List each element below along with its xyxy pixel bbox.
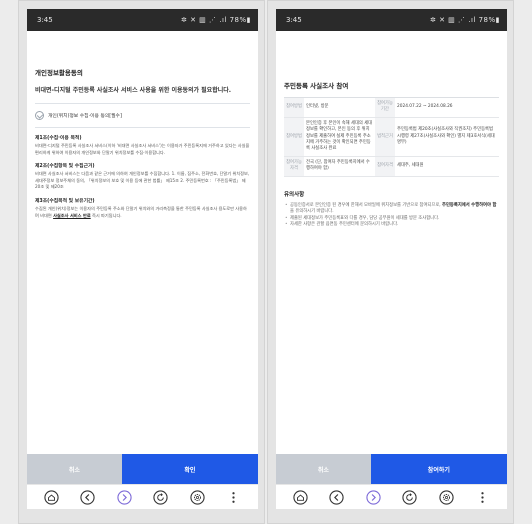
settings-icon[interactable] (439, 489, 454, 505)
back-icon[interactable] (329, 489, 344, 505)
table-header-cell: 참여가능자격 (284, 156, 304, 177)
terms-text: 제1조(수집·이용 목적) 비대면-디지털 주민등록 사실조사 서비스(이하 '… (35, 127, 250, 219)
forward-icon[interactable] (366, 489, 381, 505)
browser-nav-bar (27, 484, 258, 509)
info-table: 참여방법 인터넷, 방문 참여가능기간 2024.07.22 ~ 2024.08… (284, 97, 499, 177)
participation-content: 주민등록 사실조사 참여 참여방법 인터넷, 방문 참여가능기간 2024.07… (276, 80, 507, 229)
notice-title: 유의사항 (284, 191, 305, 198)
page-title: 주민등록 사실조사 참여 (284, 82, 349, 90)
settings-icon[interactable] (190, 489, 205, 505)
page-subtitle: 비대면-디지털 주민등록 사실조사 서비스 사용을 위한 이용동의가 필요합니다… (35, 87, 232, 94)
section-body: 비대면 사실조사 서비스는 다음과 같은 근거에 의하여 개인정보를 수집합니다… (35, 171, 250, 190)
table-cell: 2024.07.22 ~ 2024.08.26 (395, 97, 499, 118)
section-body-tail: 즉시 파기됩니다. (90, 212, 122, 218)
section-body-bold: 사실조사 서비스 만료 (53, 212, 91, 218)
refresh-icon[interactable] (153, 489, 168, 505)
agree-label: 개인(위치)정보 수집·이용 동의[필수] (48, 114, 122, 119)
status-bar: 3:45 ✲ ✕ ▥ ⋰ .ıl 78%▮ (27, 9, 258, 31)
join-button[interactable]: 참여하기 (370, 454, 507, 484)
section-body: 비대면-디지털 주민등록 사실조사 서비스(이하 '비대면 사실조사 서비스')… (35, 143, 250, 155)
status-icons: ✲ ✕ ▥ ⋰ .ıl 78%▮ (181, 16, 251, 24)
list-item: 공동인증서로 본인인증 된 경우에 한해서 모바일에 위치정보를 기반으로 참여… (284, 203, 499, 216)
notice-bold: 주민등록지에서 수행하여야 함 (442, 202, 497, 208)
forward-icon[interactable] (117, 489, 132, 505)
confirm-button[interactable]: 확인 (121, 454, 258, 484)
table-cell: 세대주, 세대원 (395, 156, 499, 177)
left-phone-frame: 3:45 ✲ ✕ ▥ ⋰ .ıl 78%▮ 개인정보활용동의 비대면-디지털 주… (18, 0, 265, 524)
table-header-cell: 참여방법 (284, 97, 304, 118)
list-item: 자세한 사항은 관할 읍면동 주민센터에 문의하시기 바랍니다. (284, 222, 499, 229)
table-row: 참여가능자격 전국 (단, 참여자 주민등록지에서 수행하여야 함) 참여자격 … (284, 156, 499, 177)
page-title: 개인정보활용동의 (35, 69, 83, 77)
home-icon[interactable] (44, 489, 59, 505)
notice-tail: 을 유의하시기 바랍니다. (290, 209, 334, 215)
agree-checkbox-row[interactable]: 개인(위치)정보 수집·이용 동의[필수] (35, 103, 250, 120)
back-icon[interactable] (80, 489, 95, 505)
table-header-cell: 법적근거 (375, 117, 395, 157)
status-time: 3:45 (37, 16, 53, 24)
check-circle-icon[interactable] (35, 111, 44, 120)
notice-text: 공동인증서로 본인인증 된 경우에 한해서 모바일에 위치정보를 기반으로 참여… (290, 202, 443, 208)
table-header-cell: 참여방법 (284, 117, 304, 157)
notice-list: 공동인증서로 본인인증 된 경우에 한해서 모바일에 위치정보를 기반으로 참여… (284, 203, 499, 229)
table-row: 참여방법 인터넷, 방문 참여가능기간 2024.07.22 ~ 2024.08… (284, 97, 499, 118)
button-bar: 취소 확인 (27, 454, 258, 484)
status-bar: 3:45 ✲ ✕ ▥ ⋰ .ıl 78%▮ (276, 9, 507, 31)
table-row: 참여방법 본인인증 후 본인이 속해 세대의 세대정보를 확인하고, 본인 동의… (284, 117, 499, 157)
status-time: 3:45 (286, 16, 302, 24)
section-title: 제3조(수집목적 및 보유기간) (35, 198, 95, 204)
notice-text: 제출된 세대정보가 주민등록표와 다를 경우, 담당 공무원이 세대를 방문 조… (290, 215, 440, 221)
cancel-button[interactable]: 취소 (27, 454, 122, 484)
table-cell: 전국 (단, 참여자 주민등록지에서 수행하여야 함) (304, 156, 375, 177)
consent-content: 개인정보활용동의 비대면-디지털 주민등록 사실조사 서비스 사용을 위한 이용… (27, 67, 258, 219)
table-cell: 인터넷, 방문 (304, 97, 375, 118)
cancel-button[interactable]: 취소 (276, 454, 371, 484)
button-bar: 취소 참여하기 (276, 454, 507, 484)
home-icon[interactable] (293, 489, 308, 505)
table-cell: 본인인증 후 본인이 속해 세대의 세대정보를 확인하고, 본인 동의 후 위치… (304, 117, 375, 157)
browser-nav-bar (276, 484, 507, 509)
refresh-icon[interactable] (402, 489, 417, 505)
right-phone-screen: 3:45 ✲ ✕ ▥ ⋰ .ıl 78%▮ 주민등록 사실조사 참여 참여방법 … (276, 9, 507, 509)
table-header-cell: 참여자격 (375, 156, 395, 177)
table-cell: 주민등록법 제20조(사실조사와 직권조치) 주민등록법 시행령 제27조(사실… (395, 117, 499, 157)
left-phone-screen: 3:45 ✲ ✕ ▥ ⋰ .ıl 78%▮ 개인정보활용동의 비대면-디지털 주… (27, 9, 258, 509)
section-title: 제1조(수집·이용 목적) (35, 136, 82, 141)
more-icon[interactable] (475, 490, 490, 505)
notice-text: 자세한 사항은 관할 읍면동 주민센터에 문의하시기 바랍니다. (290, 222, 399, 228)
table-header-cell: 참여가능기간 (375, 97, 395, 118)
section-body: 수집된 개인(위치)정보는 이용자의 주민등록 주소와 단말기 위치와의 거리측… (35, 206, 250, 219)
right-phone-frame: 3:45 ✲ ✕ ▥ ⋰ .ıl 78%▮ 주민등록 사실조사 참여 참여방법 … (267, 0, 514, 524)
section-title: 제2조(수집항목 및 수집근거) (35, 164, 95, 170)
more-icon[interactable] (226, 490, 241, 505)
status-icons: ✲ ✕ ▥ ⋰ .ıl 78%▮ (430, 16, 500, 24)
